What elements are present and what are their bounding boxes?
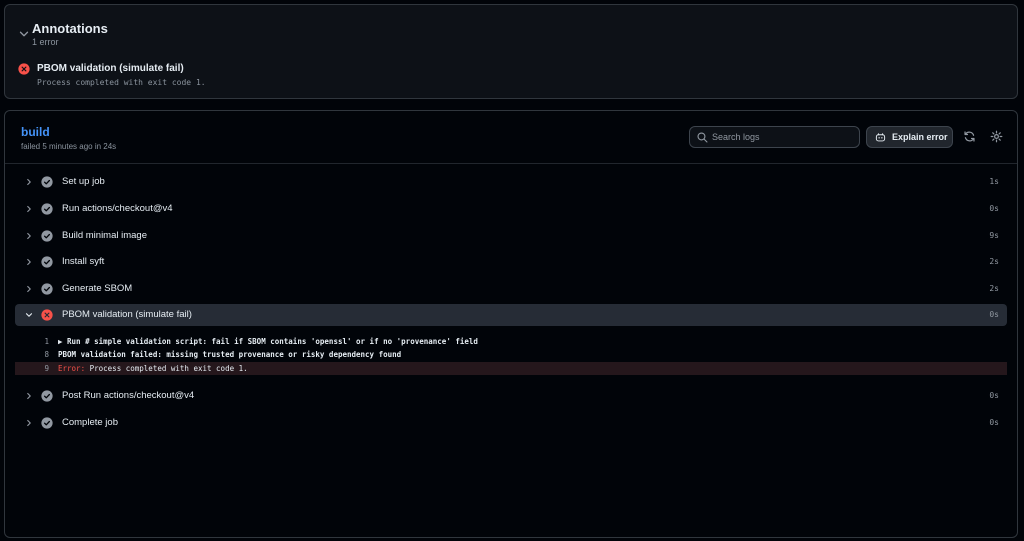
- log-line-error[interactable]: 9 Error: Process completed with exit cod…: [15, 362, 1007, 375]
- job-panel: build failed 5 minutes ago in 24s Explai…: [4, 110, 1018, 538]
- step-row[interactable]: Build minimal image 9s: [15, 225, 1007, 247]
- chevron-down-icon: [25, 313, 33, 317]
- log-line-text: PBOM validation failed: missing trusted …: [58, 350, 402, 359]
- x-circle-icon: [41, 309, 53, 321]
- log-line[interactable]: 8 PBOM validation failed: missing truste…: [15, 348, 1007, 361]
- step-label: Run actions/checkout@v4: [62, 203, 173, 214]
- search-icon: [697, 132, 708, 143]
- search-logs[interactable]: [689, 126, 860, 148]
- step-duration: 2s: [989, 257, 999, 266]
- log-line-number: 1: [44, 337, 49, 346]
- annotations-title: Annotations: [32, 21, 108, 36]
- step-label: Generate SBOM: [62, 283, 133, 294]
- log-line-text: ▶ Run # simple validation script: fail i…: [58, 337, 478, 346]
- annotations-panel: Annotations 1 error PBOM validation (sim…: [4, 4, 1018, 99]
- explain-error-button[interactable]: Explain error: [866, 126, 953, 148]
- job-header: build failed 5 minutes ago in 24s Explai…: [5, 111, 1017, 164]
- log-line-text: Error: Process completed with exit code …: [58, 364, 248, 373]
- check-circle-icon: [41, 176, 53, 188]
- annotations-count: 1 error: [32, 37, 59, 47]
- search-input[interactable]: [712, 129, 852, 145]
- step-label: Set up job: [62, 176, 105, 187]
- check-circle-icon: [41, 203, 53, 215]
- step-duration: 2s: [989, 284, 999, 293]
- step-duration: 0s: [989, 204, 999, 213]
- check-circle-icon: [41, 417, 53, 429]
- step-duration: 0s: [989, 418, 999, 427]
- gear-icon[interactable]: [990, 130, 1003, 143]
- step-row[interactable]: Install syft 2s: [15, 251, 1007, 273]
- chevron-right-icon: [27, 258, 31, 266]
- error-icon: [18, 63, 30, 75]
- step-row-expanded[interactable]: PBOM validation (simulate fail) 0s: [15, 304, 1007, 326]
- log-line-number: 8: [44, 350, 49, 359]
- chevron-right-icon: [27, 392, 31, 400]
- job-status-text: failed 5 minutes ago in 24s: [21, 142, 117, 151]
- chevron-right-icon: [27, 419, 31, 427]
- step-duration: 1s: [989, 177, 999, 186]
- step-label: Post Run actions/checkout@v4: [62, 390, 195, 401]
- log-line[interactable]: 1 ▶ Run # simple validation script: fail…: [15, 335, 1007, 348]
- step-row[interactable]: Set up job 1s: [15, 171, 1007, 193]
- chevron-right-icon: [27, 232, 31, 240]
- check-circle-icon: [41, 256, 53, 268]
- explain-error-label: Explain error: [892, 132, 948, 142]
- step-row[interactable]: Generate SBOM 2s: [15, 278, 1007, 300]
- chevron-right-icon: [27, 285, 31, 293]
- sync-icon[interactable]: [963, 130, 976, 143]
- annotation-item-title[interactable]: PBOM validation (simulate fail): [37, 63, 184, 74]
- error-message: Process completed with exit code 1.: [85, 364, 248, 373]
- step-label: Build minimal image: [62, 230, 148, 241]
- step-duration: 0s: [989, 391, 999, 400]
- step-row[interactable]: Run actions/checkout@v4 0s: [15, 198, 1007, 220]
- check-circle-icon: [41, 230, 53, 242]
- error-prefix: Error:: [58, 364, 86, 373]
- step-duration: 0s: [989, 310, 999, 319]
- step-row[interactable]: Post Run actions/checkout@v4 0s: [15, 385, 1007, 407]
- annotation-item-message: Process completed with exit code 1.: [37, 78, 206, 87]
- step-label: Install syft: [62, 256, 105, 267]
- step-duration: 9s: [989, 231, 999, 240]
- job-title[interactable]: build: [21, 125, 50, 139]
- step-label: PBOM validation (simulate fail): [62, 309, 192, 320]
- copilot-icon: [875, 132, 886, 141]
- check-circle-icon: [41, 283, 53, 295]
- check-circle-icon: [41, 390, 53, 402]
- chevron-right-icon: [27, 205, 31, 213]
- chevron-down-icon[interactable]: [17, 27, 31, 41]
- chevron-right-icon: [27, 178, 31, 186]
- log-line-number: 9: [44, 364, 49, 373]
- step-label: Complete job: [62, 417, 118, 428]
- step-row[interactable]: Complete job 0s: [15, 412, 1007, 434]
